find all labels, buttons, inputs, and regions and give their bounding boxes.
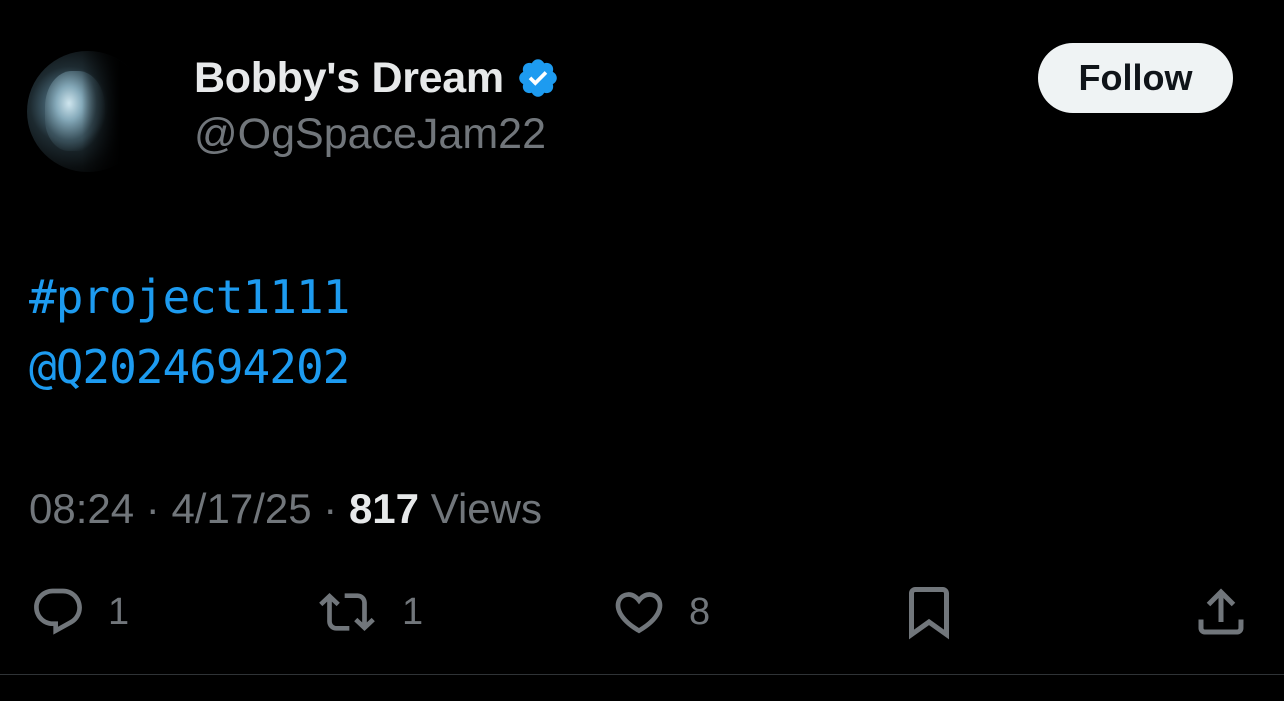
reply-button[interactable]: 1 <box>28 580 129 644</box>
follow-button[interactable]: Follow <box>1038 43 1233 113</box>
action-bar: 1 1 8 <box>0 580 1284 644</box>
tweet-date[interactable]: 4/17/25 <box>171 485 311 532</box>
heart-icon <box>615 592 663 634</box>
share-button[interactable] <box>1190 580 1252 644</box>
verified-badge-icon <box>519 59 557 97</box>
tweet-time[interactable]: 08:24 <box>29 485 134 532</box>
tweet-text: #project1111 @Q2024694202 <box>29 262 350 402</box>
bookmark-icon <box>909 587 949 640</box>
share-icon <box>1198 588 1244 635</box>
reply-icon <box>34 588 82 635</box>
display-name[interactable]: Bobby's Dream <box>194 54 504 103</box>
views-count: 817 <box>348 485 420 532</box>
tweet-meta: 08:24 · 4/17/25 · 817 Views <box>29 481 542 537</box>
user-handle[interactable]: @OgSpaceJam22 <box>194 110 560 159</box>
tweet-detail: Bobby's Dream @OgSpaceJam22 Follow #proj… <box>0 0 1284 701</box>
reply-count: 1 <box>108 590 130 633</box>
meta-separator: · <box>145 485 160 532</box>
bookmark-button[interactable] <box>898 580 960 644</box>
mention-link[interactable]: @Q2024694202 <box>29 332 350 402</box>
meta-separator: · <box>323 485 338 532</box>
user-info: Bobby's Dream @OgSpaceJam22 <box>194 52 560 159</box>
retweet-count: 1 <box>402 590 424 633</box>
like-button[interactable]: 8 <box>609 580 710 644</box>
retweet-icon <box>319 593 375 631</box>
retweet-button[interactable]: 1 <box>312 580 423 644</box>
hashtag-link[interactable]: #project1111 <box>29 262 350 332</box>
views-label: Views <box>430 485 542 532</box>
avatar[interactable] <box>27 51 148 172</box>
like-count: 8 <box>689 590 711 633</box>
divider <box>0 674 1284 675</box>
